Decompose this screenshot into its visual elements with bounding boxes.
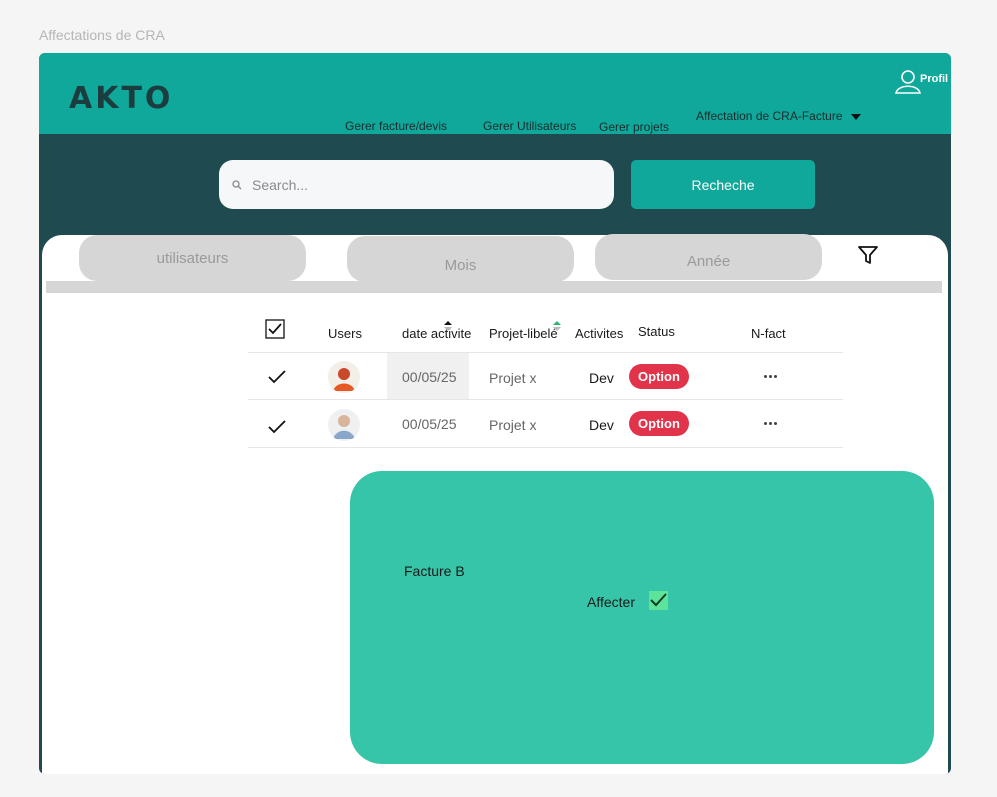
frame-title: Affectations de CRA — [39, 27, 165, 43]
status-badge[interactable]: Option — [629, 364, 689, 389]
sort-icon[interactable] — [444, 321, 452, 331]
search-button[interactable]: Recheche — [631, 160, 815, 209]
row-date: 00/05/25 — [402, 416, 457, 432]
search-bar — [219, 160, 614, 209]
row-checkbox[interactable] — [267, 367, 287, 387]
filter-utilisateurs[interactable]: utilisateurs — [79, 235, 306, 281]
nav-affectation-dropdown[interactable]: Affectation de CRA-Facture — [696, 109, 861, 123]
header-users[interactable]: Users — [328, 326, 362, 341]
top-header: AKTO Gerer facture/devis Gerer Utilisate… — [39, 53, 951, 134]
row-activity: Dev — [589, 417, 614, 433]
app-window: AKTO Gerer facture/devis Gerer Utilisate… — [39, 53, 951, 774]
filter-annee[interactable]: Année — [595, 234, 822, 280]
status-badge[interactable]: Option — [629, 411, 689, 436]
row-project: Projet x — [489, 370, 537, 386]
header-projet[interactable]: Projet-libelé — [489, 326, 558, 341]
filter-icon[interactable] — [857, 244, 879, 266]
header-date[interactable]: date activite — [402, 326, 471, 341]
assign-label: Affecter — [587, 594, 635, 610]
row-activity: Dev — [589, 370, 614, 386]
assign-checkbox[interactable] — [649, 591, 668, 610]
logo: AKTO — [69, 81, 174, 116]
header-nfact[interactable]: N-fact — [751, 326, 786, 341]
header-activites[interactable]: Activites — [575, 326, 623, 341]
more-icon[interactable] — [760, 371, 780, 381]
avatar — [328, 361, 360, 393]
row-divider — [248, 352, 843, 353]
nav-gerer-projets[interactable]: Gerer projets — [599, 120, 669, 134]
profile-button[interactable]: Profil — [894, 69, 948, 95]
search-icon — [232, 179, 242, 189]
assignment-card: Facture B Affecter — [350, 471, 934, 764]
nav-gerer-utilisateurs[interactable]: Gerer Utilisateurs — [483, 119, 576, 133]
invoice-label: Facture B — [404, 563, 465, 579]
select-all-checkbox[interactable] — [265, 319, 285, 339]
row-project: Projet x — [489, 417, 537, 433]
profile-label: Profil — [920, 73, 949, 85]
user-photo-icon — [328, 409, 360, 441]
header-status[interactable]: Status — [638, 324, 675, 339]
row-divider — [248, 447, 843, 448]
user-photo-icon — [328, 361, 360, 393]
filter-mois[interactable]: Mois — [347, 236, 574, 282]
user-icon — [895, 70, 921, 94]
check-icon — [650, 593, 667, 607]
row-divider — [248, 399, 843, 400]
sort-icon[interactable] — [553, 321, 561, 331]
nav-affectation-label: Affectation de CRA-Facture — [696, 109, 843, 123]
row-date: 00/05/25 — [402, 369, 457, 385]
nav-gerer-facture[interactable]: Gerer facture/devis — [345, 119, 447, 133]
search-input[interactable] — [252, 176, 572, 193]
avatar — [328, 409, 360, 441]
filter-divider — [46, 281, 942, 293]
content-panel: utilisateurs Mois Année Users date activ… — [42, 234, 948, 774]
more-icon[interactable] — [760, 418, 780, 428]
row-checkbox[interactable] — [267, 416, 287, 436]
caret-down-icon — [850, 113, 861, 120]
